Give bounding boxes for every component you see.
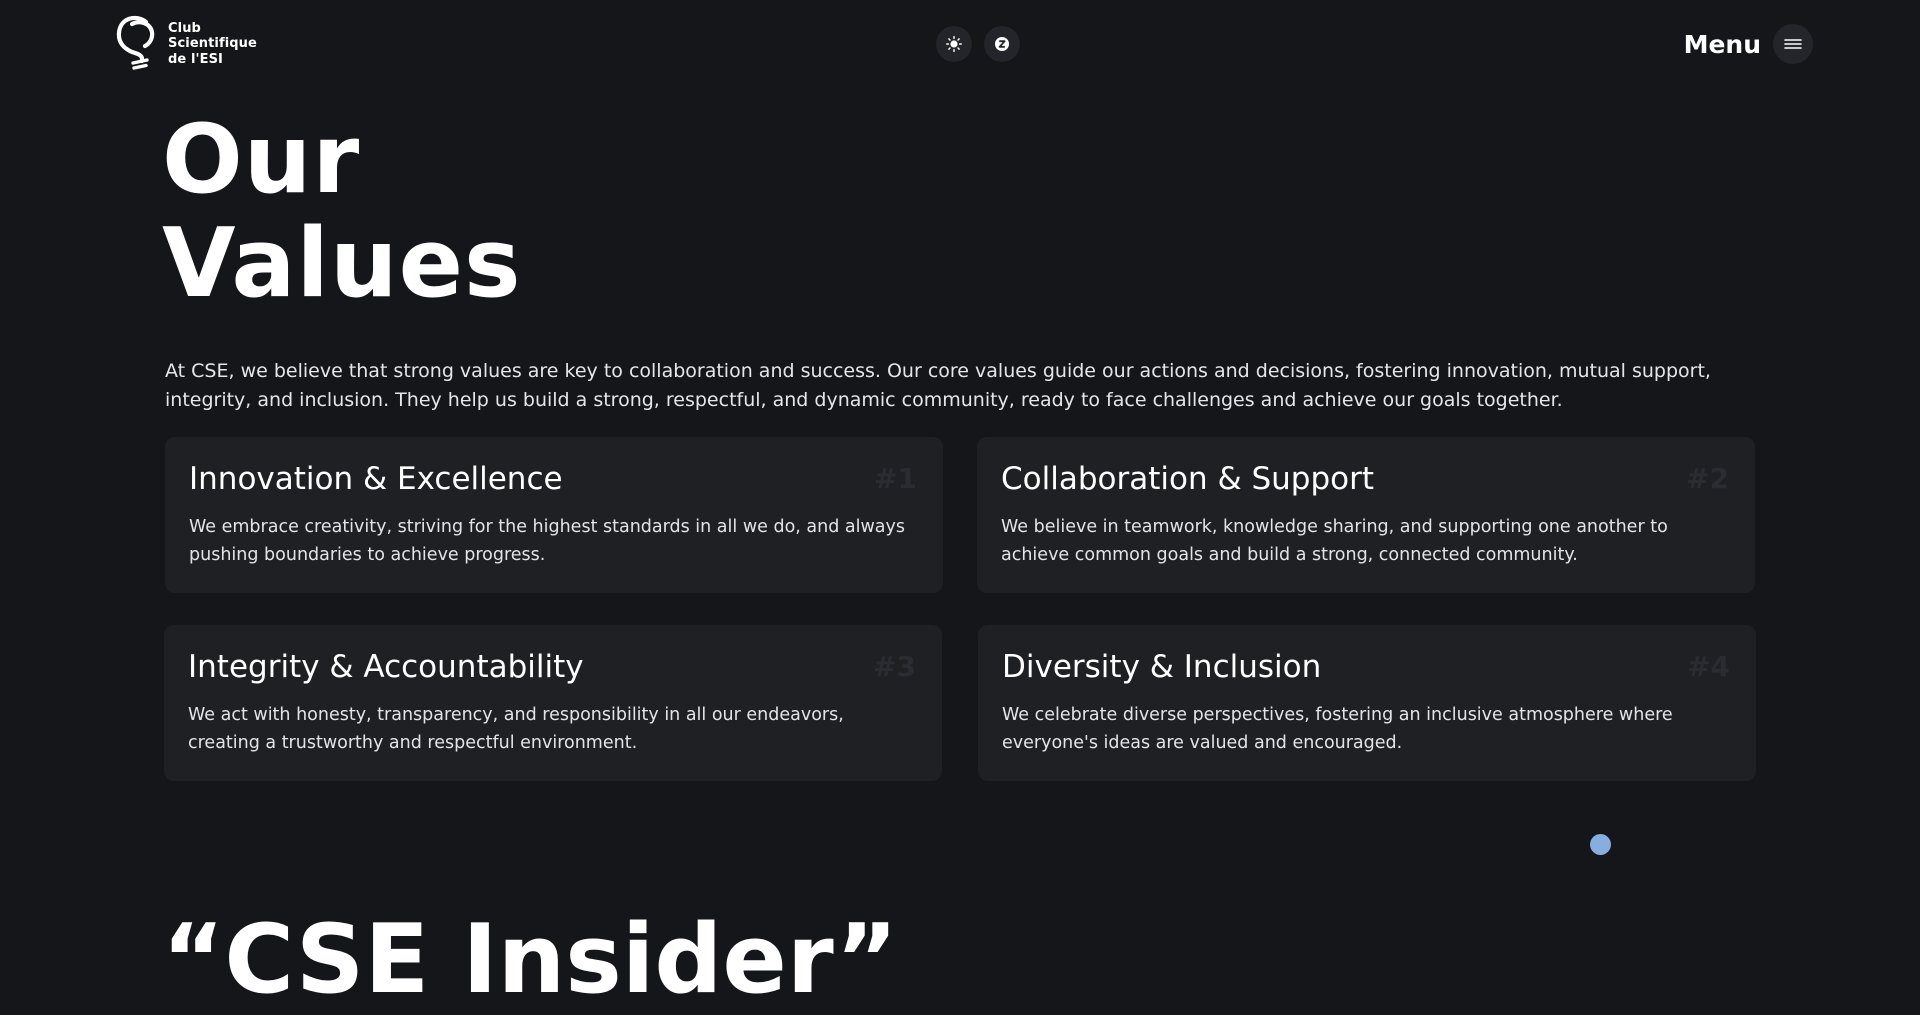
value-card-integrity: Integrity & Accountability #3 We act wit… [164, 625, 942, 781]
value-card-innovation: Innovation & Excellence #1 We embrace cr… [165, 437, 943, 593]
logo-line-2: Scientifique [168, 36, 257, 52]
menu-button[interactable] [1773, 24, 1813, 64]
value-card-description: We act with honesty, transparency, and r… [188, 705, 844, 753]
display-toggles [936, 26, 1020, 62]
theme-toggle-button[interactable] [936, 26, 972, 62]
value-card-description: We believe in teamwork, knowledge sharin… [1001, 517, 1668, 565]
logo[interactable]: Club Scientifique de l'ESI [116, 15, 257, 73]
menu[interactable]: Menu [1684, 24, 1813, 64]
logo-line-1: Club [168, 20, 201, 36]
cursor-dot [1590, 834, 1611, 855]
menu-label[interactable]: Menu [1684, 30, 1761, 59]
page-title-line-1: Our [162, 105, 361, 215]
value-card-description: We celebrate diverse perspectives, foste… [1002, 705, 1673, 753]
value-card-title: Integrity & Accountability [188, 649, 584, 685]
sun-icon [946, 36, 962, 52]
value-card-number: #3 [873, 650, 916, 683]
language-toggle-button[interactable] [984, 26, 1020, 62]
lightbulb-logo-icon [116, 15, 155, 70]
value-card-collaboration: Collaboration & Support #2 We believe in… [977, 437, 1755, 593]
next-section-heading: “CSE Insider” [162, 905, 898, 1015]
value-card-title: Diversity & Inclusion [1002, 649, 1322, 685]
value-card-description: We embrace creativity, striving for the … [189, 517, 905, 565]
value-card-title: Collaboration & Support [1001, 461, 1375, 497]
value-card-diversity: Diversity & Inclusion #4 We celebrate di… [978, 625, 1756, 781]
hamburger-icon [1784, 39, 1802, 49]
page-title-line-2: Values [162, 209, 522, 319]
logo-line-3: de l'ESI [168, 51, 223, 67]
value-card-number: #4 [1687, 650, 1730, 683]
value-card-number: #2 [1686, 462, 1729, 495]
intro-paragraph: At CSE, we believe that strong values ar… [165, 360, 1711, 411]
language-icon [995, 37, 1009, 51]
page-title: Our Values [162, 108, 522, 316]
logo-text: Club Scientifique de l'ESI [168, 21, 257, 68]
value-card-number: #1 [874, 462, 917, 495]
value-card-title: Innovation & Excellence [189, 461, 563, 497]
